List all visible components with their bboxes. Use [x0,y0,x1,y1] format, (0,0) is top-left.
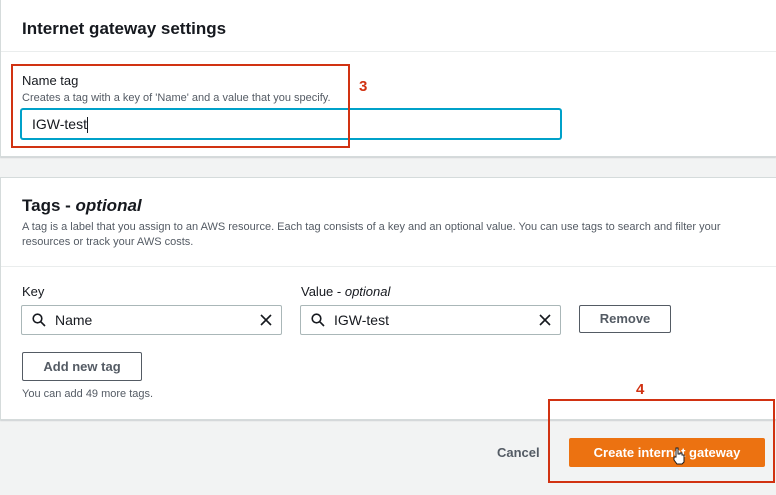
tag-key-value: Name [55,312,93,328]
annotation-number-3: 3 [359,78,368,95]
tags-panel: Tags - optional A tag is a label that yo… [0,177,776,420]
tags-title: Tags - optional [22,196,142,216]
divider [1,266,776,267]
tags-title-optional: optional [75,196,142,215]
value-label-main: Value - [301,284,345,299]
search-icon [32,313,46,327]
clear-icon[interactable] [538,313,552,327]
tags-description: A tag is a label that you assign to an A… [22,221,721,248]
tag-value-input[interactable]: IGW-test [300,305,561,335]
value-column-label: Value - optional [301,284,390,299]
search-icon [311,313,325,327]
tags-title-main: Tags - [22,196,76,215]
key-column-label: Key [22,284,45,299]
annotation-box-step-4 [548,399,775,483]
value-label-optional: optional [344,284,391,299]
clear-icon[interactable] [259,313,273,327]
remove-tag-button[interactable]: Remove [579,305,671,333]
divider [1,51,776,52]
tag-key-input[interactable]: Name [21,305,282,335]
cancel-button[interactable]: Cancel [497,445,540,460]
tag-value-value: IGW-test [334,312,389,328]
tags-remaining-text: You can add 49 more tags. [22,388,154,400]
add-new-tag-button[interactable]: Add new tag [22,352,142,381]
annotation-number-4: 4 [636,381,645,398]
panel-title: Internet gateway settings [22,19,227,38]
annotation-box-step-3 [11,64,350,148]
